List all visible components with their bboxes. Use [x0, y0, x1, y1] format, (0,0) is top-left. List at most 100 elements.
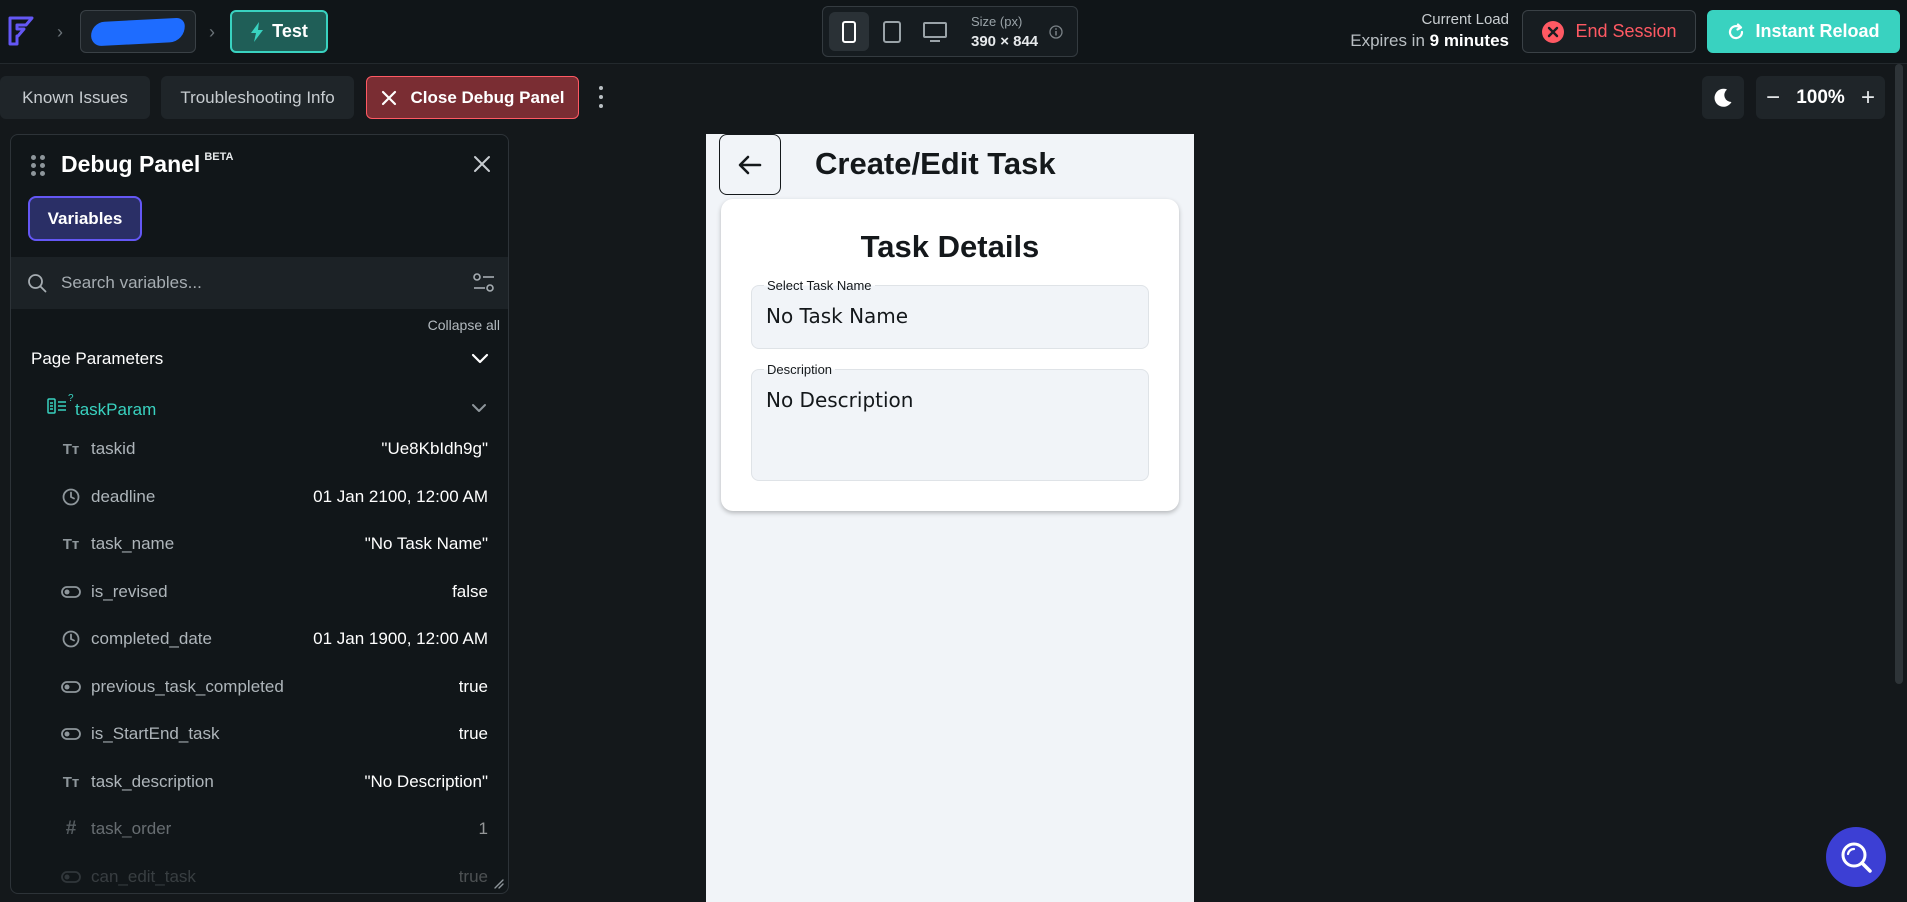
field-value: No Task Name	[766, 304, 909, 328]
page-parameters-section[interactable]: Page Parameters	[11, 341, 508, 381]
current-load-label: Current Load	[1421, 11, 1509, 28]
card-title: Task Details	[860, 229, 1040, 264]
variable-row[interactable]: is_revised false	[11, 572, 508, 612]
variable-name: taskid	[91, 439, 136, 458]
variable-row[interactable]: previous_task_completed true	[11, 667, 508, 707]
search-variables-input[interactable]	[61, 269, 441, 297]
field-value: No Description	[766, 388, 914, 412]
help-search-button[interactable]	[1826, 827, 1886, 887]
debug-panel-title: Debug Panel BETA	[61, 151, 233, 178]
close-icon[interactable]	[473, 155, 491, 173]
top-bar: › › Test Size (px) 390 × 844 Current Loa…	[0, 0, 1907, 64]
variable-value: 01 Jan 1900, 12:00 AM	[313, 629, 488, 648]
task-name-field[interactable]: Select Task Name No Task Name	[751, 278, 1149, 349]
variable-value: "Ue8KbIdh9g"	[381, 439, 488, 458]
field-label: Description	[764, 362, 836, 377]
search-icon	[28, 274, 47, 293]
task-details-card: Task Details Select Task Name No Task Na…	[721, 199, 1179, 511]
phone-device-button[interactable]	[829, 12, 869, 51]
zoom-control: − 100% +	[1756, 76, 1885, 119]
description-field[interactable]: Description No Description	[751, 362, 1149, 481]
flutterflow-logo-icon[interactable]	[6, 14, 36, 48]
variable-row[interactable]: completed_date 01 Jan 1900, 12:00 AM	[11, 619, 508, 659]
info-icon[interactable]	[1049, 25, 1063, 39]
instant-reload-button[interactable]: Instant Reload	[1707, 10, 1900, 53]
variable-name: task_name	[91, 534, 175, 553]
variable-row[interactable]: Tт task_description "No Description"	[11, 762, 508, 802]
tablet-device-button[interactable]	[872, 12, 912, 51]
toggle-icon	[61, 677, 81, 697]
variable-value: "No Task Name"	[364, 534, 488, 553]
toggle-icon	[61, 867, 81, 887]
help-search-icon	[1841, 842, 1872, 873]
variable-row[interactable]: # task_order 1	[11, 809, 508, 849]
task-param-row[interactable]: ? taskParam	[11, 389, 508, 429]
breadcrumb-separator: ›	[209, 22, 215, 42]
instant-reload-label: Instant Reload	[1755, 21, 1880, 41]
collapse-all-button[interactable]: Collapse all	[428, 317, 500, 333]
theme-toggle-button[interactable]	[1702, 76, 1744, 119]
beta-badge: BETA	[204, 151, 234, 163]
chevron-down-icon	[472, 404, 486, 412]
variable-row[interactable]: Tт taskid "Ue8KbIdh9g"	[11, 429, 508, 469]
desktop-icon	[923, 21, 947, 42]
tab-variables[interactable]: Variables	[28, 196, 142, 241]
variable-name: previous_task_completed	[91, 677, 284, 696]
clock-icon	[61, 629, 81, 649]
refresh-icon	[1729, 22, 1744, 39]
variable-row[interactable]: is_StartEnd_task true	[11, 714, 508, 754]
redacted-project-name	[90, 17, 186, 47]
drag-handle-icon[interactable]	[31, 155, 45, 176]
number-type-icon: #	[65, 818, 77, 839]
size-label: Size (px)	[971, 14, 1023, 29]
param-name: taskParam	[75, 400, 157, 419]
variable-name: can_edit_task	[91, 867, 196, 886]
zoom-level: 100%	[1796, 86, 1845, 108]
project-selector[interactable]	[80, 10, 196, 53]
variable-row[interactable]: Tт task_name "No Task Name"	[11, 524, 508, 564]
expires-value: 9 minutes	[1429, 31, 1509, 50]
section-title: Page Parameters	[31, 349, 164, 368]
filter-icon[interactable]	[473, 273, 495, 293]
close-debug-panel-button[interactable]: Close Debug Panel	[366, 76, 579, 119]
troubleshooting-info-button[interactable]: Troubleshooting Info	[161, 76, 354, 119]
variable-name: deadline	[91, 487, 156, 506]
zoom-in-button[interactable]: +	[1861, 84, 1875, 112]
close-circle-icon	[1542, 20, 1565, 43]
variable-row[interactable]: can_edit_task true	[11, 857, 508, 893]
session-expiry: Expires in 9 minutes	[1350, 31, 1509, 51]
end-session-label: End Session	[1575, 21, 1677, 41]
arrow-left-icon	[738, 155, 762, 174]
debug-panel: Debug PanelBETA Variables Collapse all P…	[10, 134, 509, 894]
variable-name: task_order	[91, 819, 172, 838]
variable-value: false	[452, 582, 488, 601]
clock-icon	[61, 487, 81, 507]
scrollbar-thumb[interactable]	[1895, 64, 1903, 684]
device-size-selector: Size (px) 390 × 844	[822, 6, 1078, 57]
page-title: Create/Edit Task	[815, 146, 1056, 181]
back-button[interactable]	[719, 134, 781, 195]
expires-prefix: Expires in	[1350, 31, 1425, 50]
test-mode-label: Test	[272, 21, 308, 41]
close-icon	[381, 90, 396, 105]
variable-value: true	[458, 677, 488, 696]
debug-panel-title-text: Debug Panel	[61, 151, 201, 177]
resize-handle-icon[interactable]	[492, 877, 504, 889]
page-scrollbar[interactable]	[1893, 64, 1905, 902]
variable-search-bar	[11, 257, 508, 309]
variable-row[interactable]: deadline 01 Jan 2100, 12:00 AM	[11, 477, 508, 517]
test-mode-badge[interactable]: Test	[230, 10, 328, 53]
variable-value: true	[458, 724, 488, 743]
known-issues-button[interactable]: Known Issues	[0, 76, 150, 119]
text-type-icon: Tт	[62, 773, 80, 791]
desktop-device-button[interactable]	[915, 12, 955, 51]
moon-icon	[1714, 88, 1732, 107]
variable-name: completed_date	[91, 629, 212, 648]
more-options-icon[interactable]	[594, 86, 608, 108]
chevron-down-icon	[471, 353, 489, 364]
end-session-button[interactable]: End Session	[1522, 10, 1696, 53]
variable-value: 1	[478, 819, 488, 838]
lightning-icon	[251, 21, 264, 42]
variable-value: "No Description"	[364, 772, 488, 791]
zoom-out-button[interactable]: −	[1766, 84, 1780, 112]
